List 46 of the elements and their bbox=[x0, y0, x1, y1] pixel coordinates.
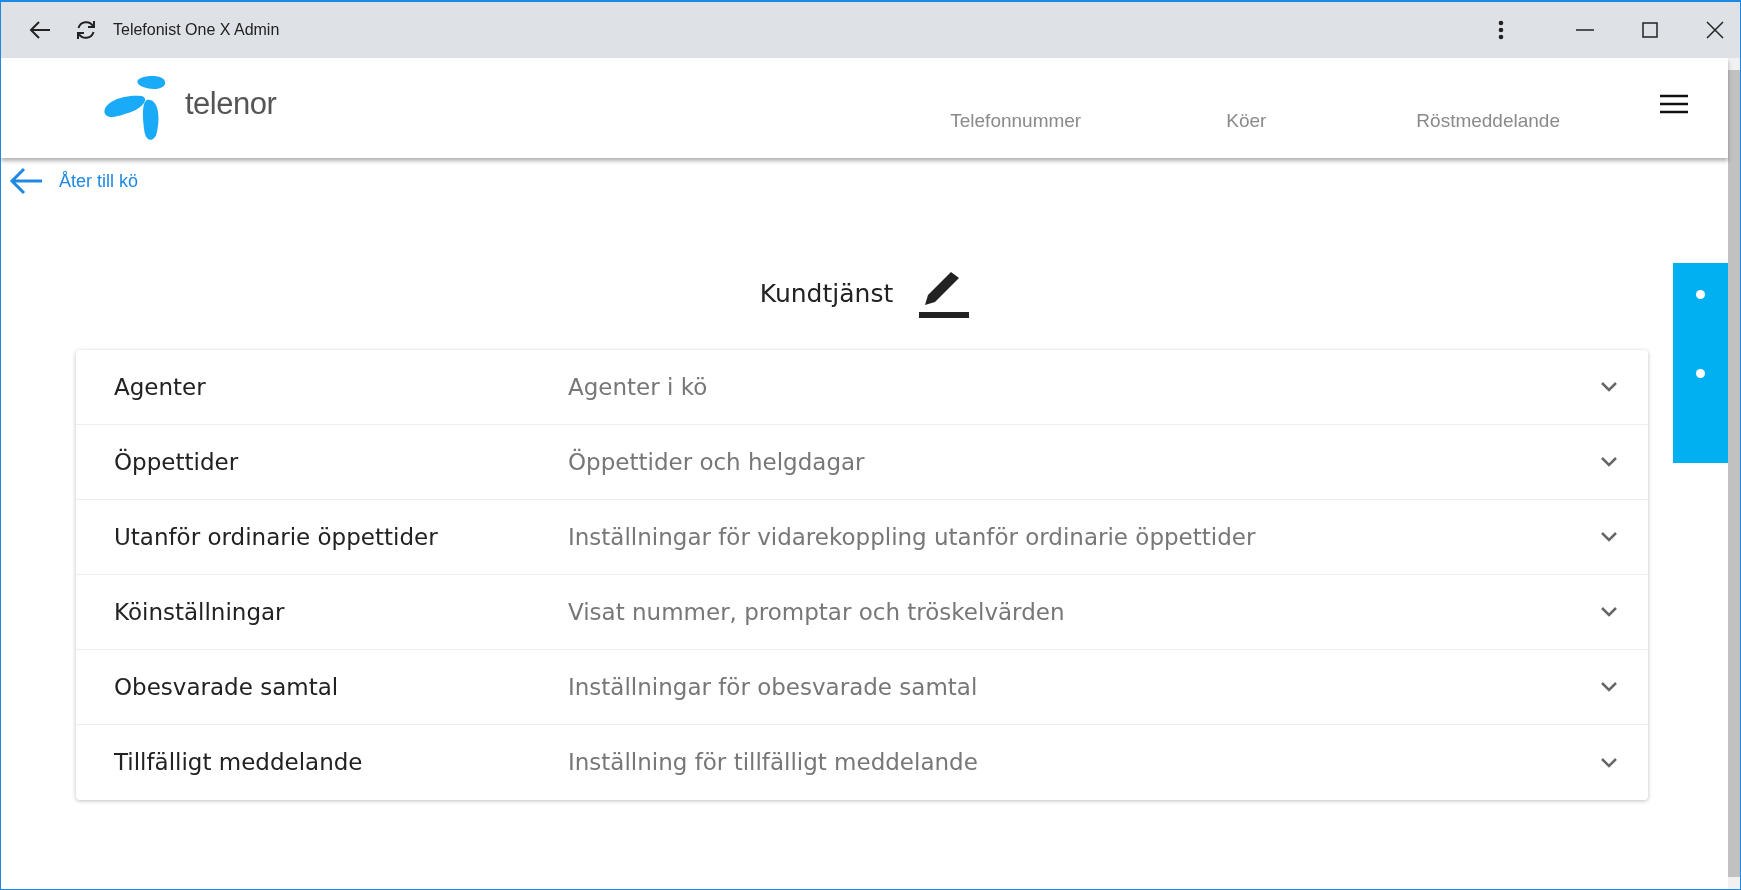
minimize-icon bbox=[1576, 29, 1594, 31]
chevron-down-icon bbox=[1600, 381, 1618, 393]
reload-icon bbox=[75, 19, 97, 41]
section-row[interactable]: Utanför ordinarie öppettider Inställningar för vidarekoppling utanför ordinarie öppettider bbox=[76, 500, 1648, 575]
section-row[interactable]: Öppettider Öppettider och helgdagar bbox=[76, 425, 1648, 500]
section-title: Köinställningar bbox=[114, 597, 286, 627]
section-row[interactable]: Tillfälligt meddelande Inställning för tillfälligt meddelande bbox=[76, 725, 1648, 800]
more-options-button[interactable] bbox=[1498, 20, 1504, 40]
chevron-down-icon bbox=[1600, 606, 1618, 618]
menu-button[interactable] bbox=[1660, 94, 1688, 114]
more-options-icon bbox=[1498, 20, 1504, 40]
back-arrow-icon bbox=[9, 166, 43, 196]
close-icon bbox=[1706, 21, 1724, 39]
close-button[interactable] bbox=[1706, 21, 1724, 39]
telenor-logo[interactable]: telenor bbox=[101, 74, 277, 142]
scrollbar[interactable] bbox=[1728, 58, 1740, 889]
section-description: Visat nummer, promptar och tröskelvärden bbox=[568, 597, 1066, 627]
section-description: Inställningar för vidarekoppling utanför ordinarie öppettider bbox=[568, 522, 1257, 552]
chevron-down-icon bbox=[1600, 531, 1618, 543]
section-description: Öppettider och helgdagar bbox=[568, 447, 866, 477]
reload-button[interactable] bbox=[75, 19, 97, 41]
chevron-down-icon bbox=[1600, 681, 1618, 693]
menu-icon bbox=[1660, 94, 1688, 114]
section-description: Inställning för tillfälligt meddelande bbox=[568, 748, 979, 778]
dot-icon bbox=[1696, 290, 1705, 299]
dot-icon bbox=[1696, 369, 1705, 378]
section-description: Inställningar för obesvarade samtal bbox=[568, 672, 979, 702]
chevron-down-icon bbox=[1600, 456, 1618, 468]
section-title: Utanför ordinarie öppettider bbox=[114, 522, 439, 552]
logo-text: telenor bbox=[185, 84, 277, 123]
section-title: Tillfälligt meddelande bbox=[114, 748, 364, 778]
section-row[interactable]: Obesvarade samtal Inställningar för obesvarade samtal bbox=[76, 650, 1648, 725]
back-button[interactable] bbox=[29, 20, 51, 40]
section-title: Agenter bbox=[114, 372, 207, 402]
maximize-icon bbox=[1642, 22, 1658, 38]
chevron-down-icon bbox=[1600, 756, 1618, 769]
back-arrow-icon bbox=[29, 20, 51, 40]
queue-name: Kundtjänst bbox=[759, 278, 894, 311]
section-title: Obesvarade samtal bbox=[114, 672, 340, 702]
back-link[interactable]: Åter till kö bbox=[9, 166, 139, 196]
section-row[interactable]: Köinställningar Visat nummer, promptar och tröskelvärden bbox=[76, 575, 1648, 650]
maximize-button[interactable] bbox=[1642, 22, 1658, 38]
section-description: Agenter i kö bbox=[568, 372, 709, 402]
section-row[interactable]: Agenter Agenter i kö bbox=[76, 350, 1648, 425]
window-title: Telefonist One X Admin bbox=[113, 20, 281, 40]
section-title: Öppettider bbox=[114, 447, 240, 477]
